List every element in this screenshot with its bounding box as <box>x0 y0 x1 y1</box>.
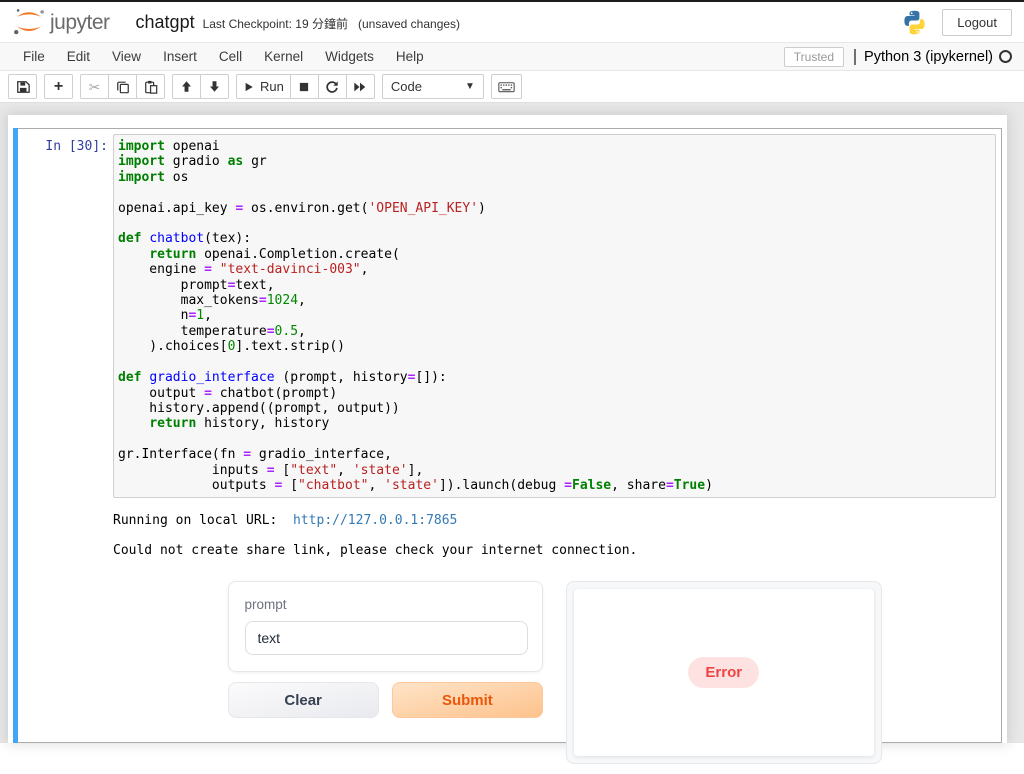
keyboard-icon <box>498 80 515 94</box>
notebook-area: In [30]: import openaiimport gradio as g… <box>0 103 1024 743</box>
save-button[interactable] <box>8 74 37 99</box>
menu-file[interactable]: File <box>12 43 56 70</box>
autosave-status: (unsaved changes) <box>358 17 460 31</box>
gradio-output-column: Error <box>566 581 882 764</box>
error-badge: Error <box>688 657 759 688</box>
notebook-title-group: chatgpt Last Checkpoint: 19 分鐘前 (unsaved… <box>136 12 461 33</box>
move-cell-up-button[interactable] <box>172 74 201 99</box>
cell-type-select[interactable]: Code ▼ <box>382 74 484 99</box>
interrupt-kernel-button[interactable] <box>290 74 319 99</box>
menu-kernel[interactable]: Kernel <box>253 43 314 70</box>
menubar-right: Trusted Python 3 (ipykernel) <box>784 47 1012 67</box>
cut-cell-button[interactable]: ✂ <box>80 74 109 99</box>
gradio-app: prompt Clear Submit Error <box>228 581 882 764</box>
arrow-up-icon <box>180 80 193 93</box>
kernel-name: Python 3 (ipykernel) <box>864 49 993 65</box>
command-palette-button[interactable] <box>491 74 522 99</box>
notebook-header: jupyter chatgpt Last Checkpoint: 19 分鐘前 … <box>0 2 1024 42</box>
scissors-icon: ✂ <box>89 80 101 94</box>
submit-button[interactable]: Submit <box>392 682 543 718</box>
output-area: Running on local URL: http://127.0.0.1:7… <box>113 504 996 764</box>
code-cell[interactable]: In [30]: import openaiimport gradio as g… <box>13 128 1002 743</box>
gradio-input-column: prompt Clear Submit <box>228 581 544 764</box>
kernel-idle-icon <box>999 50 1012 63</box>
stop-icon <box>298 81 310 93</box>
menu-edit[interactable]: Edit <box>56 43 101 70</box>
clear-button[interactable]: Clear <box>228 682 379 718</box>
checkpoint-status: Last Checkpoint: 19 分鐘前 <box>203 15 348 32</box>
restart-kernel-button[interactable] <box>318 74 347 99</box>
paste-cell-button[interactable] <box>136 74 165 99</box>
code-editor[interactable]: import openaiimport gradio as grimport o… <box>113 134 996 498</box>
restart-run-all-button[interactable] <box>346 74 375 99</box>
menu-cell[interactable]: Cell <box>208 43 253 70</box>
stdout-line-share: Could not create share link, please chec… <box>113 542 996 559</box>
plus-icon: + <box>54 79 63 95</box>
jupyter-logo-icon <box>12 7 46 37</box>
menubar: File Edit View Insert Cell Kernel Widget… <box>0 42 1024 71</box>
copy-cell-button[interactable] <box>108 74 137 99</box>
notebook-container: In [30]: import openaiimport gradio as g… <box>8 115 1007 743</box>
play-icon <box>243 81 255 93</box>
arrow-down-icon <box>208 80 221 93</box>
insert-cell-button[interactable]: + <box>44 74 73 99</box>
stdout-line-url: Running on local URL: http://127.0.0.1:7… <box>113 512 996 529</box>
gradio-output-card: Error <box>574 589 874 756</box>
menu-view[interactable]: View <box>101 43 152 70</box>
gradio-prompt-label: prompt <box>245 597 529 612</box>
trusted-badge: Trusted <box>784 47 844 67</box>
code-content: import openaiimport gradio as grimport o… <box>118 139 991 493</box>
header-right: Logout <box>901 9 1012 36</box>
output-prompt-spacer <box>14 504 113 764</box>
menu-widgets[interactable]: Widgets <box>314 43 385 70</box>
run-cell-button[interactable]: Run <box>236 74 291 99</box>
local-url-link[interactable]: http://127.0.0.1:7865 <box>293 513 457 528</box>
gradio-prompt-card: prompt <box>228 581 544 672</box>
gradio-button-row: Clear Submit <box>228 682 544 718</box>
cell-output-row: Running on local URL: http://127.0.0.1:7… <box>14 504 996 764</box>
fast-forward-icon <box>353 80 367 94</box>
cell-type-value: Code <box>391 79 422 94</box>
menu-insert[interactable]: Insert <box>152 43 208 70</box>
jupyter-logo[interactable]: jupyter <box>12 7 110 37</box>
input-prompt: In [30]: <box>14 134 113 154</box>
selected-cell-indicator <box>13 128 18 743</box>
menu-help[interactable]: Help <box>385 43 435 70</box>
logout-button[interactable]: Logout <box>942 9 1012 36</box>
gradio-prompt-input[interactable] <box>245 621 529 655</box>
python-logo-icon <box>901 9 928 36</box>
cell-input-row: In [30]: import openaiimport gradio as g… <box>14 134 996 498</box>
jupyter-logo-word: jupyter <box>50 12 110 37</box>
restart-icon <box>325 80 339 94</box>
gradio-output-panel: Error <box>566 581 882 764</box>
move-cell-down-button[interactable] <box>200 74 229 99</box>
stdout-url-prefix: Running on local URL: <box>113 513 293 528</box>
run-button-label: Run <box>260 79 284 94</box>
paste-icon <box>144 80 158 94</box>
toolbar: + ✂ <box>0 71 1024 103</box>
notebook-name[interactable]: chatgpt <box>136 12 195 33</box>
chevron-down-icon: ▼ <box>465 81 475 92</box>
copy-icon <box>116 80 130 94</box>
save-icon <box>16 80 30 94</box>
kernel-indicator: Python 3 (ipykernel) <box>854 49 1012 65</box>
